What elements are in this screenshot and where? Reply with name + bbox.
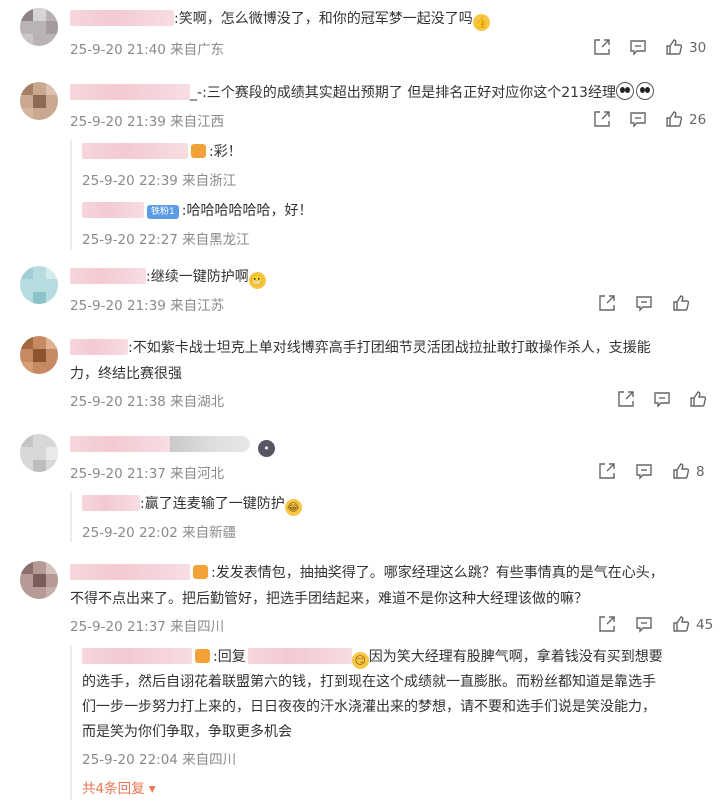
crown-badge-icon (191, 144, 206, 158)
like-count: 45 (696, 617, 714, 633)
reply-text: :彩！ (82, 140, 242, 164)
crown-badge-icon (193, 565, 208, 579)
like-button[interactable]: 8 (672, 462, 712, 480)
avatar[interactable] (20, 8, 58, 46)
share-icon[interactable] (617, 390, 635, 408)
reply-meta: 25-9-20 22:02 来自新疆 (82, 525, 237, 541)
comment-meta: 25-9-20 21:39 来自江苏 (70, 298, 225, 314)
comment-meta: 25-9-20 21:37 来自四川 (70, 619, 225, 635)
like-button[interactable]: 45 (672, 615, 714, 633)
avatar[interactable] (20, 336, 58, 374)
like-count: 26 (689, 112, 707, 128)
username[interactable] (70, 339, 128, 355)
like-count: 8 (696, 464, 705, 480)
more-replies-link[interactable]: 共4条回复 ▾ (82, 777, 156, 797)
comment-icon[interactable] (653, 390, 671, 408)
reply-text: 而是笑为你们争取，争取更多机会 (82, 724, 292, 740)
comment-meta: 25-9-20 21:39 来自江西 (70, 114, 225, 130)
username[interactable] (70, 84, 190, 100)
like-button[interactable]: 30 (665, 38, 711, 56)
username[interactable] (82, 648, 192, 664)
sticker-emoji-icon: • (258, 440, 275, 457)
avatar[interactable] (20, 434, 58, 472)
like-button[interactable] (689, 390, 715, 408)
reply-text: :赢了连麦输了一键防护 😂 (82, 492, 302, 516)
comment-actions: 45 (598, 615, 713, 635)
reply-list: :回复 😏 因为笑大经理有股脾气啊，拿着钱没有买到想要 的选手，然后自诩花着联盟第六… (70, 645, 712, 800)
panda-emoji-icon (635, 82, 654, 100)
avatar[interactable] (20, 561, 58, 599)
comment-actions: 8 (598, 462, 713, 482)
comment-icon[interactable] (635, 294, 653, 312)
username-blurred (170, 436, 250, 452)
comment-text: :笑啊，怎么微博没了，和你的冠军梦一起没了吗 👍 (70, 7, 490, 31)
reply-list: :赢了连麦输了一键防护 😂 25-9-20 22:02 来自新疆 (70, 492, 712, 542)
comment-actions (598, 294, 708, 314)
avatar[interactable] (20, 266, 58, 304)
username[interactable] (70, 564, 190, 580)
comment-actions: 30 (593, 38, 713, 58)
comment-text: :继续一键防护啊 😬 (70, 265, 266, 289)
reply-text: :回复 😏 因为笑大经理有股脾气啊，拿着钱没有买到想要 (82, 645, 663, 669)
grimace-emoji-icon: 😬 (248, 272, 266, 289)
avatar[interactable] (20, 82, 58, 120)
reply-list: :彩！ 25-9-20 22:39 来自浙江 铁粉1:哈哈哈哈哈哈，好！ 25-… (70, 140, 712, 250)
share-icon[interactable] (598, 462, 616, 480)
comment-text: • (70, 433, 275, 457)
chevron-down-icon: ▾ (148, 781, 156, 797)
reply-text: 铁粉1:哈哈哈哈哈哈，好！ (82, 199, 312, 223)
reply-target-username[interactable] (247, 648, 352, 664)
comment-meta: 25-9-20 21:38 来自湖北 (70, 394, 225, 410)
comment-text: :不如紫卡战士坦克上单对线博弈高手打团细节灵活团战拉扯敢打敢操作杀人，支援能 (70, 336, 651, 360)
smirk-emoji-icon: 😏 (351, 652, 369, 669)
like-button[interactable]: 26 (665, 110, 711, 128)
fan-badge: 铁粉1 (147, 205, 179, 219)
comment-meta: 25-9-20 21:37 来自河北 (70, 466, 225, 482)
reply-meta: 25-9-20 22:04 来自四川 (82, 752, 237, 768)
username[interactable] (70, 436, 170, 452)
share-icon[interactable] (593, 110, 611, 128)
share-icon[interactable] (593, 38, 611, 56)
reply-meta: 25-9-20 22:39 来自浙江 (82, 173, 237, 189)
comment-icon[interactable] (629, 38, 647, 56)
username[interactable] (82, 495, 140, 511)
comment-icon[interactable] (635, 462, 653, 480)
username[interactable] (70, 10, 174, 26)
reply-text: 们一步一步努力打上来的，日日夜夜的汗水浇灌出来的梦想，请不要和选手们说是笑没能力… (82, 699, 656, 715)
comment-text: 力，终结比赛很强 (70, 366, 182, 382)
comment-text: :发发表情包，抽抽奖得了。哪家经理这么跳？有些事情真的是气在心头， (70, 561, 664, 585)
username[interactable] (82, 202, 144, 218)
comment-actions: 26 (593, 110, 713, 130)
thumbs-up-emoji-icon: 👍 (472, 14, 490, 31)
comment-text: _-:三个赛段的成绩其实超出预期了 但是排名正好对应你这个213经理 (70, 81, 654, 105)
comment-icon[interactable] (629, 110, 647, 128)
comment-text: 不得不点出来了。把后勤管好，把选手团结起来，难道不是你这种大经理该做的嘛？ (70, 591, 588, 607)
panda-emoji-icon (615, 82, 634, 100)
username[interactable] (70, 268, 146, 284)
username[interactable] (82, 143, 188, 159)
share-icon[interactable] (598, 294, 616, 312)
comment-meta: 25-9-20 21:40 来自广东 (70, 42, 225, 58)
laughing-emoji-icon: 😂 (284, 499, 302, 516)
comment-actions (617, 390, 717, 410)
comment-icon[interactable] (635, 615, 653, 633)
reply-text: 的选手，然后自诩花着联盟第六的钱，打到现在这个成绩就一直膨胀。而粉丝都知道是靠选… (82, 674, 656, 690)
like-button[interactable] (672, 294, 702, 312)
crown-badge-icon (195, 649, 210, 663)
reply-meta: 25-9-20 22:27 来自黑龙江 (82, 232, 250, 248)
share-icon[interactable] (598, 615, 616, 633)
like-count: 30 (689, 40, 707, 56)
